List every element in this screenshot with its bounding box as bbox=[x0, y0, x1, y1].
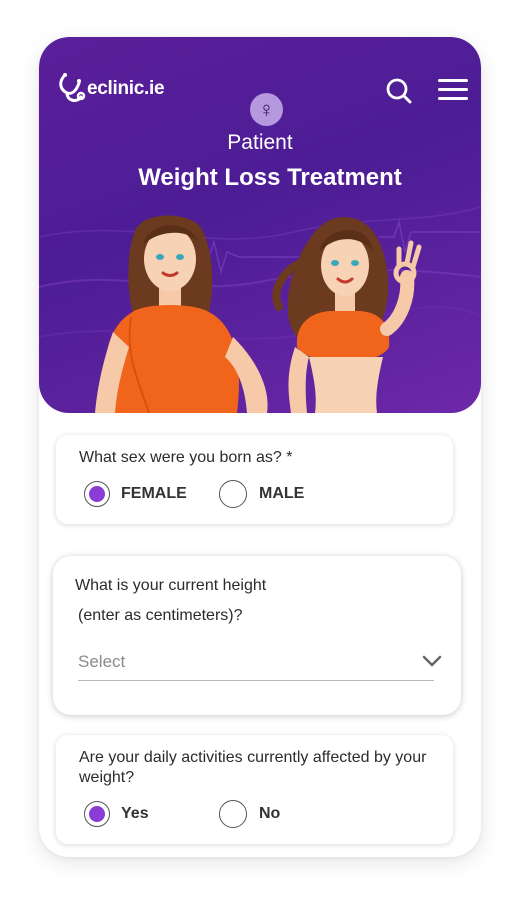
radio-option-male[interactable]: MALE bbox=[219, 480, 304, 508]
brand-logo[interactable]: eclinic.ie bbox=[57, 71, 165, 107]
stethoscope-logo-icon bbox=[59, 73, 86, 102]
height-select-placeholder: Select bbox=[78, 652, 126, 671]
search-icon[interactable] bbox=[385, 77, 413, 105]
sex-question-card: What sex were you born as? * FEMALE MALE bbox=[56, 435, 453, 524]
figure-after bbox=[272, 216, 422, 413]
hero-banner: eclinic.ie ♀ Patient Weight Loss Treatme… bbox=[39, 37, 481, 413]
page-title: Weight Loss Treatment bbox=[138, 164, 402, 191]
activities-question-label: Are your daily activities currently affe… bbox=[79, 749, 427, 786]
radio-option-female[interactable]: FEMALE bbox=[84, 481, 187, 507]
figure-before bbox=[95, 215, 268, 413]
height-select-dropdown[interactable]: Select bbox=[78, 652, 442, 681]
female-radio-button[interactable] bbox=[84, 481, 110, 507]
hero-subtitle: Patient bbox=[227, 131, 293, 154]
yes-radio-label[interactable]: Yes bbox=[121, 805, 149, 823]
male-radio-button[interactable] bbox=[219, 480, 247, 508]
no-radio-label[interactable]: No bbox=[259, 805, 280, 823]
height-question-label-line1: What is your current height bbox=[75, 577, 267, 594]
no-radio-button[interactable] bbox=[219, 800, 247, 828]
gender-symbol-glyph: ♀ bbox=[258, 96, 275, 122]
logo-text: eclinic.ie bbox=[87, 78, 165, 99]
yes-radio-button[interactable] bbox=[84, 801, 110, 827]
chevron-down-icon[interactable] bbox=[422, 654, 442, 668]
height-question-label-line2: (enter as centimeters)? bbox=[78, 607, 243, 624]
height-question-card: What is your current height (enter as ce… bbox=[53, 556, 461, 715]
sex-question-label: What sex were you born as? * bbox=[79, 449, 293, 466]
female-symbol-icon: ♀ bbox=[250, 93, 283, 126]
activities-question-card: Are your daily activities currently affe… bbox=[56, 735, 453, 844]
female-radio-label[interactable]: FEMALE bbox=[121, 485, 187, 503]
hamburger-menu-icon[interactable] bbox=[438, 79, 468, 103]
male-radio-label[interactable]: MALE bbox=[259, 485, 304, 503]
radio-option-no[interactable]: No bbox=[219, 800, 280, 828]
radio-option-yes[interactable]: Yes bbox=[84, 801, 149, 827]
app-screen: eclinic.ie ♀ Patient Weight Loss Treatme… bbox=[39, 37, 481, 857]
before-after-illustration bbox=[95, 215, 422, 413]
